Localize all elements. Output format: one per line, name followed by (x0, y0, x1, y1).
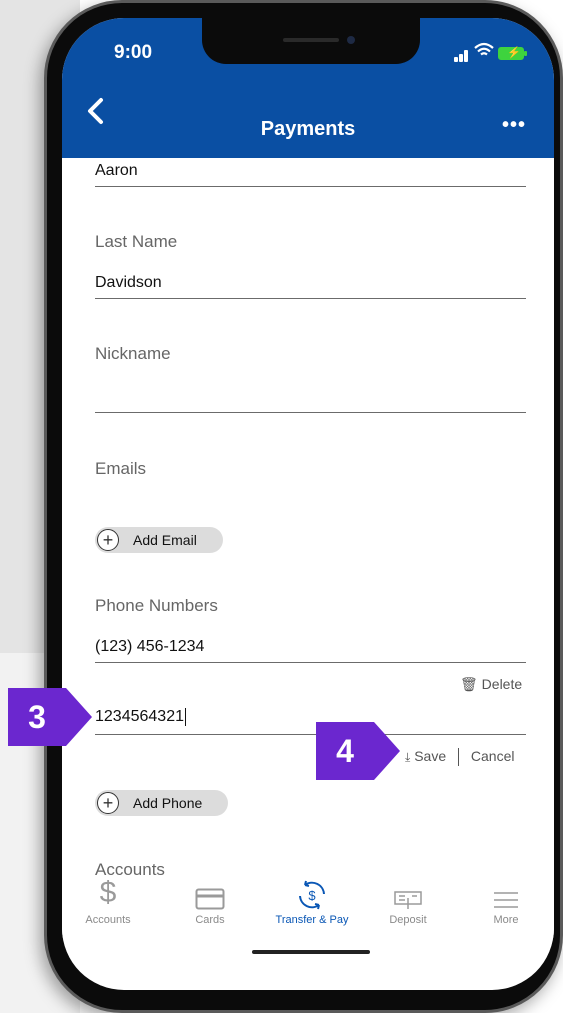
page-title: Payments (260, 118, 356, 140)
phone-2-input[interactable]: 1234564321 (95, 708, 187, 726)
step-3-badge: 3 (8, 688, 66, 746)
trash-icon: 🗑︎ (460, 676, 478, 692)
download-icon: ⤓ (405, 750, 411, 764)
svg-text:$: $ (308, 888, 316, 903)
device-notch (202, 18, 420, 64)
add-email-button[interactable]: + Add Email (95, 527, 223, 553)
delete-phone-button[interactable]: 🗑︎ Delete (460, 676, 522, 693)
save-label: Save (414, 748, 447, 764)
more-options-button[interactable]: ••• (502, 114, 532, 136)
save-button[interactable]: ⤓ Save (405, 748, 450, 764)
tab-label: Cards (195, 914, 225, 926)
first-name-input[interactable]: Aaron (95, 162, 138, 180)
step-4-arrow (374, 722, 400, 780)
phone-2-underline (95, 734, 526, 735)
plus-circle-icon: + (97, 792, 119, 814)
status-time: 9:00 (114, 42, 153, 63)
add-phone-button[interactable]: + Add Phone (95, 790, 229, 816)
tab-deposit[interactable]: Deposit (368, 878, 448, 926)
tab-transfer-pay[interactable]: $ Transfer & Pay (272, 878, 352, 926)
add-phone-label: Add Phone (133, 795, 203, 811)
tab-cards[interactable]: Cards (170, 878, 250, 926)
nickname-label: Nickname (95, 344, 171, 363)
menu-icon (466, 878, 546, 910)
step-3-arrow (66, 688, 92, 746)
dollar-icon: $ (99, 876, 117, 909)
tab-label: Accounts (85, 914, 131, 926)
delete-label: Delete (481, 676, 523, 692)
phone-edit-actions: ⤓ Save Cancel (405, 748, 515, 767)
action-divider (458, 748, 460, 767)
tab-more[interactable]: More (466, 878, 546, 926)
last-name-input[interactable]: Davidson (95, 274, 162, 292)
wifi-icon (474, 42, 494, 61)
bottom-tab-bar: $ Accounts Cards $ Transfer & Pay Deposi… (62, 876, 554, 938)
nickname-underline (95, 412, 526, 413)
tab-accounts[interactable]: $ Accounts (68, 876, 148, 926)
phone-numbers-label: Phone Numbers (95, 596, 218, 615)
tab-label: More (493, 914, 519, 926)
card-icon (170, 878, 250, 910)
plus-circle-icon: + (97, 529, 119, 551)
tab-label: Deposit (389, 914, 427, 926)
first-name-underline (95, 186, 526, 187)
status-icons: ⚡ (454, 42, 534, 62)
cancel-button[interactable]: Cancel (471, 748, 515, 764)
step-4-badge: 4 (316, 722, 374, 780)
phone-2-value: 1234564321 (95, 708, 184, 726)
payee-form: Aaron Last Name Davidson Nickname Emails… (62, 158, 554, 878)
transfer-pay-icon: $ (272, 878, 352, 910)
text-caret (184, 708, 187, 726)
phone-1-input[interactable]: (123) 456-1234 (95, 638, 204, 656)
phone-1-underline (95, 662, 526, 663)
last-name-label: Last Name (95, 232, 178, 251)
add-email-label: Add Email (133, 532, 197, 548)
battery-icon: ⚡ (498, 47, 527, 60)
deposit-icon (368, 878, 448, 910)
emails-label: Emails (95, 459, 147, 478)
tab-label: Transfer & Pay (275, 914, 349, 926)
home-indicator (252, 950, 370, 954)
last-name-underline (95, 298, 526, 299)
app-screen: 9:00 ⚡ Payments ••• Aaron Last Name Davi… (62, 18, 554, 990)
